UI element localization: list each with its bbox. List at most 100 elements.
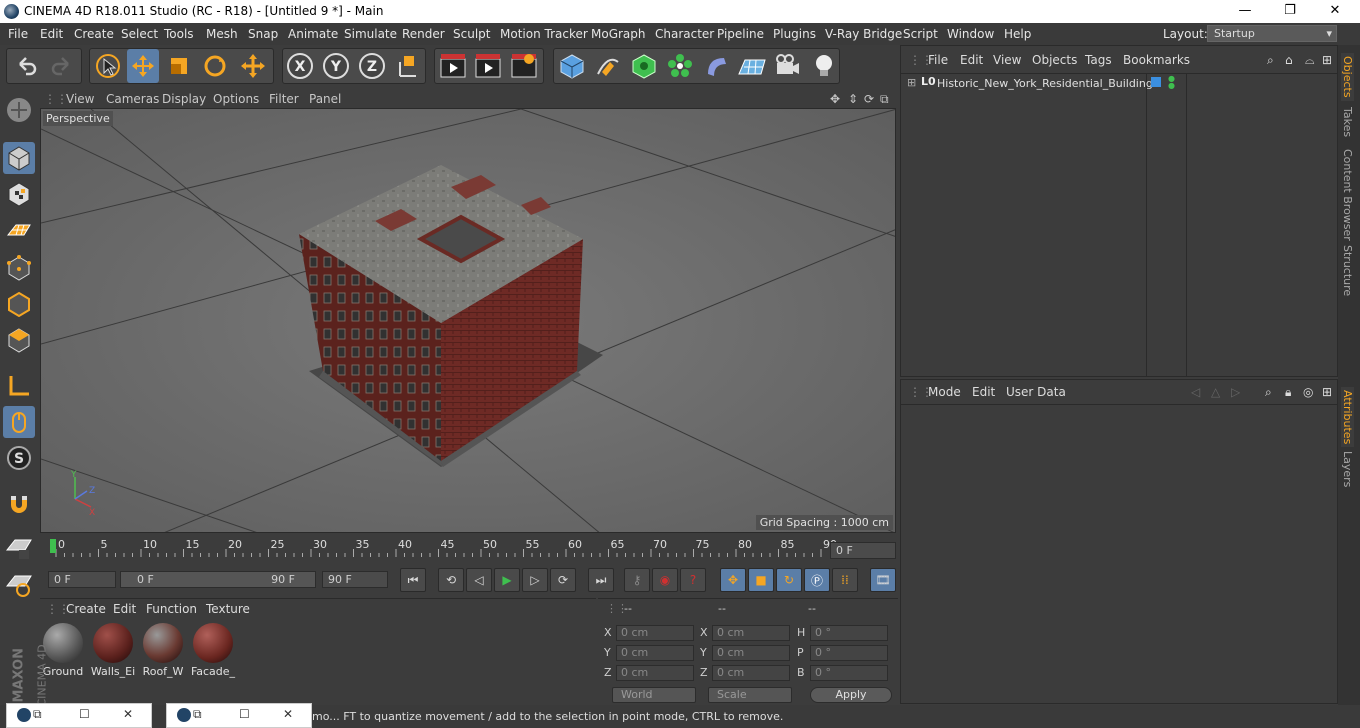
- tab-structure[interactable]: Structure: [1341, 245, 1354, 296]
- current-frame-field[interactable]: 0 F: [830, 542, 896, 559]
- workplane-mode-button[interactable]: [3, 214, 35, 246]
- subdivision-surface-button[interactable]: [628, 49, 660, 83]
- tab-takes[interactable]: Takes: [1341, 107, 1354, 137]
- maximize-icon[interactable]: ☐: [79, 707, 90, 721]
- snap-button[interactable]: [3, 488, 35, 520]
- rotation-b-field[interactable]: 0 °: [810, 665, 888, 681]
- menu-simulate[interactable]: Simulate: [344, 27, 397, 41]
- forward-arrow-icon[interactable]: ▷: [1231, 385, 1240, 399]
- attribute-search-icon[interactable]: ⌕: [1265, 385, 1272, 400]
- object-name[interactable]: Historic_New_York_Residential_Building: [937, 77, 1153, 90]
- layout-select[interactable]: Startup ▾: [1207, 25, 1337, 42]
- close-icon[interactable]: ✕: [283, 707, 293, 721]
- menu-mograph[interactable]: MoGraph: [591, 27, 646, 41]
- x-axis-button[interactable]: X: [284, 49, 316, 83]
- restore-icon[interactable]: ⧉: [33, 707, 42, 722]
- menu-create[interactable]: Create: [74, 27, 114, 41]
- workplane-lock-button[interactable]: [3, 532, 35, 564]
- go-to-end-button[interactable]: ⏭: [588, 568, 614, 592]
- key-pla-button[interactable]: ⁞⁞: [832, 568, 858, 592]
- menu-animate[interactable]: Animate: [288, 27, 338, 41]
- menu-sculpt[interactable]: Sculpt: [453, 27, 490, 41]
- visibility-dots-icon[interactable]: ● ●: [1168, 75, 1175, 90]
- material-swatch-walls[interactable]: Walls_Ei: [90, 621, 136, 681]
- light-object-button[interactable]: [808, 49, 840, 83]
- next-frame-button[interactable]: ▷: [522, 568, 548, 592]
- size-x-field[interactable]: 0 cm: [712, 625, 790, 641]
- menu-mesh[interactable]: Mesh: [206, 27, 238, 41]
- minimize-button[interactable]: —: [1222, 0, 1268, 23]
- up-arrow-icon[interactable]: △: [1211, 385, 1220, 399]
- apply-button[interactable]: Apply: [810, 687, 892, 703]
- object-menu-edit[interactable]: Edit: [960, 53, 983, 67]
- locked-workplane-button[interactable]: [3, 568, 35, 600]
- last-tool-button[interactable]: [237, 49, 269, 83]
- tab-layers[interactable]: Layers: [1341, 451, 1354, 487]
- go-to-start-button[interactable]: ⏮: [400, 568, 426, 592]
- position-z-field[interactable]: 0 cm: [616, 665, 694, 681]
- menu-render[interactable]: Render: [402, 27, 445, 41]
- menu-script[interactable]: Script: [903, 27, 938, 41]
- camera-object-button[interactable]: [772, 49, 804, 83]
- viewport-menu-panel[interactable]: Panel: [309, 92, 341, 106]
- camera-label[interactable]: Perspective: [43, 111, 113, 126]
- make-editable-button[interactable]: [3, 94, 35, 126]
- taskbar-window-1[interactable]: ⧉ ☐ ✕: [6, 703, 152, 728]
- polygons-mode-button[interactable]: [3, 324, 35, 356]
- target-icon[interactable]: ◎: [1303, 385, 1313, 399]
- rotation-p-field[interactable]: 0 °: [810, 645, 888, 661]
- viewport-menu-display[interactable]: Display: [162, 92, 206, 106]
- playhead-marker[interactable]: [50, 539, 56, 553]
- render-view-button[interactable]: [437, 49, 469, 83]
- live-selection-button[interactable]: [92, 49, 124, 83]
- solo-mode-button[interactable]: S: [3, 442, 35, 474]
- scale-tool-button[interactable]: [163, 49, 195, 83]
- viewport-pan-icon[interactable]: ✥: [830, 92, 840, 106]
- pen-spline-button[interactable]: [592, 49, 624, 83]
- back-arrow-icon[interactable]: ◁: [1191, 385, 1200, 399]
- viewport-rotate-icon[interactable]: ⟳: [864, 92, 874, 106]
- menu-edit[interactable]: Edit: [40, 27, 63, 41]
- viewport-menu-cameras[interactable]: Cameras: [106, 92, 159, 106]
- attribute-new-window-icon[interactable]: ⊞: [1322, 385, 1332, 399]
- floor-scene-button[interactable]: [736, 49, 768, 83]
- size-y-field[interactable]: 0 cm: [712, 645, 790, 661]
- model-mode-button[interactable]: [3, 142, 35, 174]
- z-axis-button[interactable]: Z: [356, 49, 388, 83]
- material-menu-create[interactable]: Create: [66, 602, 106, 616]
- key-scale-button[interactable]: ■: [748, 568, 774, 592]
- object-home-icon[interactable]: ⌂: [1285, 53, 1293, 67]
- object-menu-bookmarks[interactable]: Bookmarks: [1123, 53, 1190, 67]
- viewport-zoom-icon[interactable]: ⇕: [848, 92, 858, 106]
- keyframe-selection-button[interactable]: ?: [680, 568, 706, 592]
- render-settings-button[interactable]: [508, 49, 540, 83]
- key-position-button[interactable]: ✥: [720, 568, 746, 592]
- perspective-viewport[interactable]: Y Z X Perspective Grid Spacing : 1000 cm: [40, 108, 896, 533]
- object-menu-objects[interactable]: Objects: [1032, 53, 1077, 67]
- points-mode-button[interactable]: [3, 252, 35, 284]
- attribute-menu-mode[interactable]: Mode: [928, 385, 961, 399]
- close-button[interactable]: ✕: [1312, 0, 1358, 23]
- menu-plugins[interactable]: Plugins: [773, 27, 816, 41]
- frame-range-slider[interactable]: 0 F 90 F: [120, 571, 316, 588]
- deformer-button[interactable]: [700, 49, 732, 83]
- object-menu-tags[interactable]: Tags: [1085, 53, 1112, 67]
- render-picture-viewer-button[interactable]: [472, 49, 504, 83]
- lock-icon[interactable]: 🔒︎: [1285, 385, 1291, 400]
- size-z-field[interactable]: 0 cm: [712, 665, 790, 681]
- restore-icon[interactable]: ⧉: [193, 707, 202, 722]
- coordinate-system-button[interactable]: [392, 49, 424, 83]
- tab-objects[interactable]: Objects: [1341, 53, 1354, 101]
- y-axis-button[interactable]: Y: [320, 49, 352, 83]
- key-parameter-button[interactable]: Ⓟ: [804, 568, 830, 592]
- size-mode-select[interactable]: Scale: [708, 687, 792, 703]
- array-mograph-button[interactable]: [664, 49, 696, 83]
- redo-button[interactable]: [46, 49, 78, 83]
- previous-key-button[interactable]: ⟲: [438, 568, 464, 592]
- texture-mode-button[interactable]: [3, 178, 35, 210]
- menu-vray-bridge[interactable]: V-Ray Bridge: [825, 27, 902, 41]
- rotate-tool-button[interactable]: [199, 49, 231, 83]
- object-tree-row[interactable]: ⊞ L0 Historic_New_York_Residential_Build…: [901, 74, 1337, 93]
- layer-color-swatch[interactable]: [1151, 77, 1161, 87]
- expand-plus-icon[interactable]: ⊞: [907, 76, 916, 89]
